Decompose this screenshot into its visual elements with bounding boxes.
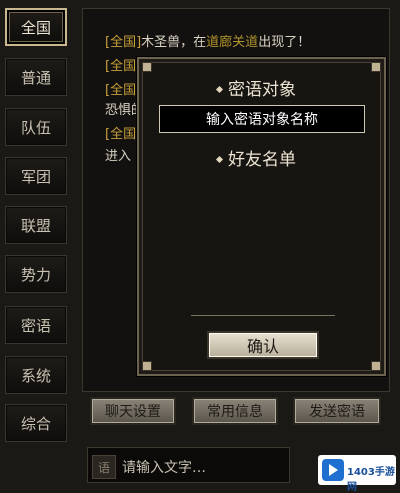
tab-faction[interactable]: 势力 <box>5 255 67 293</box>
tab-label: 全国 <box>20 18 51 37</box>
voice-label: 语 <box>97 460 110 475</box>
chat-text: 木圣兽，在 <box>141 35 207 50</box>
diamond-bullet-icon <box>215 85 224 94</box>
tab-label: 普通 <box>20 68 51 87</box>
common-messages-button[interactable]: 常用信息 <box>192 397 278 425</box>
channel-tag: [全国] <box>105 83 142 98</box>
channel-tag: [全国] <box>105 35 142 50</box>
channel-tag: [全国] <box>105 59 142 74</box>
tab-label: 军团 <box>20 167 51 186</box>
chat-line: [全国] <box>105 55 141 74</box>
chat-line: [全国] <box>105 79 141 98</box>
corner-ornament <box>142 361 152 371</box>
chat-text: 进入 <box>105 149 132 164</box>
tab-legion[interactable]: 军团 <box>5 157 67 195</box>
play-logo-icon <box>322 459 344 481</box>
chat-settings-button[interactable]: 聊天设置 <box>90 397 176 425</box>
option-label: 好友名单 <box>228 150 296 170</box>
tab-general[interactable]: 综合 <box>5 404 67 442</box>
tab-whisper[interactable]: 密语 <box>5 306 67 344</box>
option-friend-list[interactable]: 好友名单 <box>215 145 296 170</box>
divider <box>191 315 335 316</box>
watermark-text: 1403手游网 <box>347 467 395 493</box>
tab-label: 密语 <box>20 316 51 335</box>
tab-team[interactable]: 队伍 <box>5 108 67 146</box>
input-placeholder: 输入密语对象名称 <box>206 112 318 128</box>
chat-text: 出现了！ <box>258 35 311 50</box>
send-whisper-button[interactable]: 发送密语 <box>293 397 381 425</box>
diamond-bullet-icon <box>215 155 224 164</box>
corner-ornament <box>371 62 381 72</box>
option-label: 密语对象 <box>228 80 296 100</box>
tab-label: 联盟 <box>20 216 51 235</box>
confirm-button[interactable]: 确认 <box>207 331 319 359</box>
button-label: 聊天设置 <box>105 404 161 420</box>
watermark-logo: 1403手游网 <box>318 455 396 493</box>
tab-normal[interactable]: 普通 <box>5 58 67 96</box>
whisper-target-dialog: 密语对象 输入密语对象名称 好友名单 确认 <box>137 57 386 376</box>
tab-label: 综合 <box>20 414 51 433</box>
channel-tag: [全国] <box>105 127 142 142</box>
tab-label: 系统 <box>20 366 51 385</box>
target-name-input[interactable]: 输入密语对象名称 <box>159 105 365 133</box>
tab-alliance[interactable]: 联盟 <box>5 206 67 244</box>
chat-line: 进入 <box>105 145 131 164</box>
input-placeholder: 请输入文字… <box>122 460 206 476</box>
tab-label: 队伍 <box>20 118 51 137</box>
tab-system[interactable]: 系统 <box>5 356 67 394</box>
chat-input[interactable]: 语 请输入文字… <box>87 447 290 483</box>
voice-icon[interactable]: 语 <box>92 455 116 479</box>
chat-line: [全国]木圣兽，在道廊关道出现了！ <box>105 31 310 50</box>
chat-line: [全国] <box>105 123 141 142</box>
corner-ornament <box>142 62 152 72</box>
button-label: 常用信息 <box>207 404 263 420</box>
button-label: 确认 <box>246 337 279 356</box>
tab-national[interactable]: 全国 <box>5 8 67 46</box>
option-whisper-target[interactable]: 密语对象 <box>215 75 296 100</box>
button-label: 发送密语 <box>309 404 365 420</box>
tab-label: 势力 <box>20 265 51 284</box>
location-link[interactable]: 道廊关道 <box>206 35 258 50</box>
corner-ornament <box>371 361 381 371</box>
